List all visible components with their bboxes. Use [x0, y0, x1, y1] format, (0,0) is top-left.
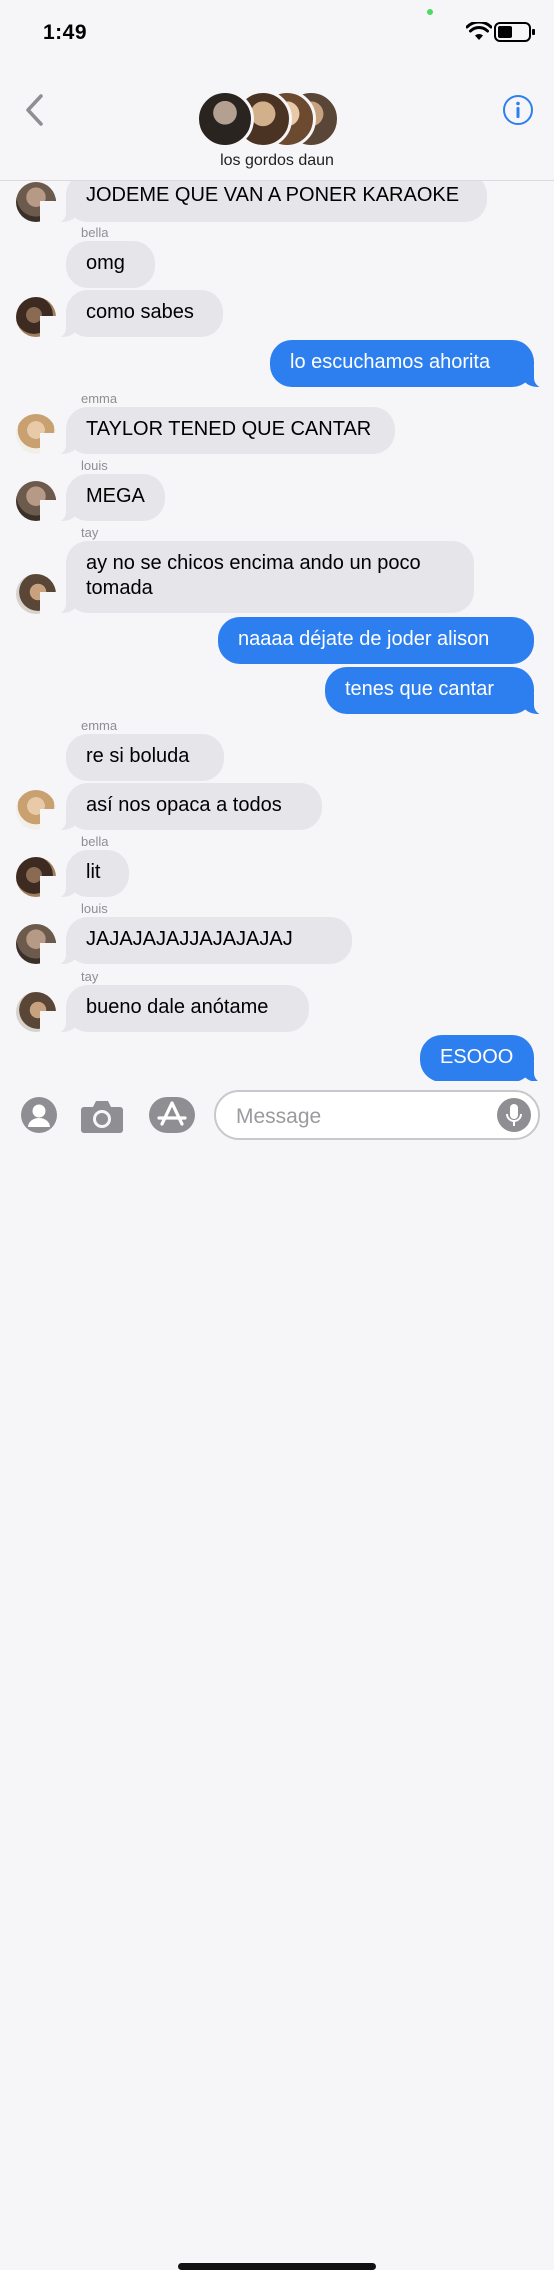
sender-name: emma [81, 391, 118, 406]
wifi-icon [466, 22, 492, 40]
message-bubble-1[interactable]: JODEME QUE VAN A PONER KARAOKE [40, 181, 487, 223]
group-avatar-1 [196, 90, 254, 148]
microphone-icon[interactable] [497, 1098, 531, 1132]
group-avatars[interactable] [196, 90, 340, 148]
message-text: MEGA [86, 485, 145, 507]
status-bar: 1:49 [0, 0, 554, 70]
message-text: ay no se chicos encima ando un poco toma… [86, 552, 421, 599]
sender-name: tay [81, 969, 99, 984]
sender-name: emma [81, 718, 118, 733]
info-icon[interactable] [502, 94, 534, 126]
message-bubble-9[interactable]: tenes que cantar [325, 667, 554, 715]
memoji-icon[interactable] [20, 1096, 58, 1134]
message-text: bueno dale anótame [86, 996, 269, 1018]
message-bubble-5[interactable]: TAYLOR TENED QUE CANTAR [40, 407, 395, 455]
message-text: naaaa déjate de joder alison [238, 628, 490, 650]
message-input[interactable] [234, 1102, 488, 1132]
camera-indicator-dot [427, 9, 433, 15]
message-text: tenes que cantar [345, 678, 494, 700]
sender-name: bella [81, 225, 109, 240]
message-bubble-7[interactable]: ay no se chicos encima ando un poco toma… [40, 541, 474, 614]
message-bubble-4[interactable]: lo escuchamos ahorita [270, 340, 554, 388]
home-indicator[interactable] [178, 2263, 376, 2270]
app-store-icon[interactable] [148, 1096, 196, 1134]
camera-icon[interactable] [80, 1098, 124, 1134]
message-text: así nos opaca a todos [86, 794, 282, 816]
message-bubble-13[interactable]: JAJAJAJAJJAJAJAJAJ [40, 917, 352, 965]
message-bubble-8[interactable]: naaaa déjate de joder alison [218, 617, 534, 664]
sender-name: tay [81, 525, 99, 540]
message-text: lit [86, 861, 101, 883]
message-text: ESOOO [440, 1046, 514, 1068]
message-bubble-2[interactable]: omg [66, 241, 155, 288]
message-text: lo escuchamos ahorita [290, 351, 491, 373]
message-bubble-3[interactable]: como sabes [40, 290, 223, 338]
sender-name: louis [81, 901, 108, 916]
message-text: como sabes [86, 301, 194, 323]
sender-name: bella [81, 834, 109, 849]
chevron-left-icon[interactable] [24, 94, 46, 126]
conversation-header: los gordos daun [0, 70, 554, 181]
message-input-field[interactable] [214, 1090, 540, 1140]
message-text: omg [86, 252, 125, 274]
message-bubble-12[interactable]: lit [40, 850, 129, 898]
message-bubble-11[interactable]: así nos opaca a todos [40, 783, 322, 831]
status-time: 1:49 [43, 21, 88, 44]
message-bubble-6[interactable]: MEGA [40, 474, 165, 522]
compose-bar [0, 1082, 554, 2270]
message-list[interactable]: JODEME QUE VAN A PONER KARAOKE bella omg… [0, 181, 554, 1081]
message-bubble-14[interactable]: bueno dale anótame [40, 985, 309, 1033]
message-text: TAYLOR TENED QUE CANTAR [86, 418, 372, 440]
message-text: JAJAJAJAJJAJAJAJAJ [86, 928, 293, 950]
message-text: JODEME QUE VAN A PONER KARAOKE [86, 184, 460, 206]
message-bubble-10[interactable]: re si boluda [66, 734, 224, 781]
message-text: re si boluda [86, 745, 190, 767]
sender-name: louis [81, 458, 108, 473]
message-bubble-15[interactable]: ESOOO [420, 1035, 554, 1081]
battery-icon [494, 22, 535, 42]
group-name: los gordos daun [220, 152, 334, 169]
